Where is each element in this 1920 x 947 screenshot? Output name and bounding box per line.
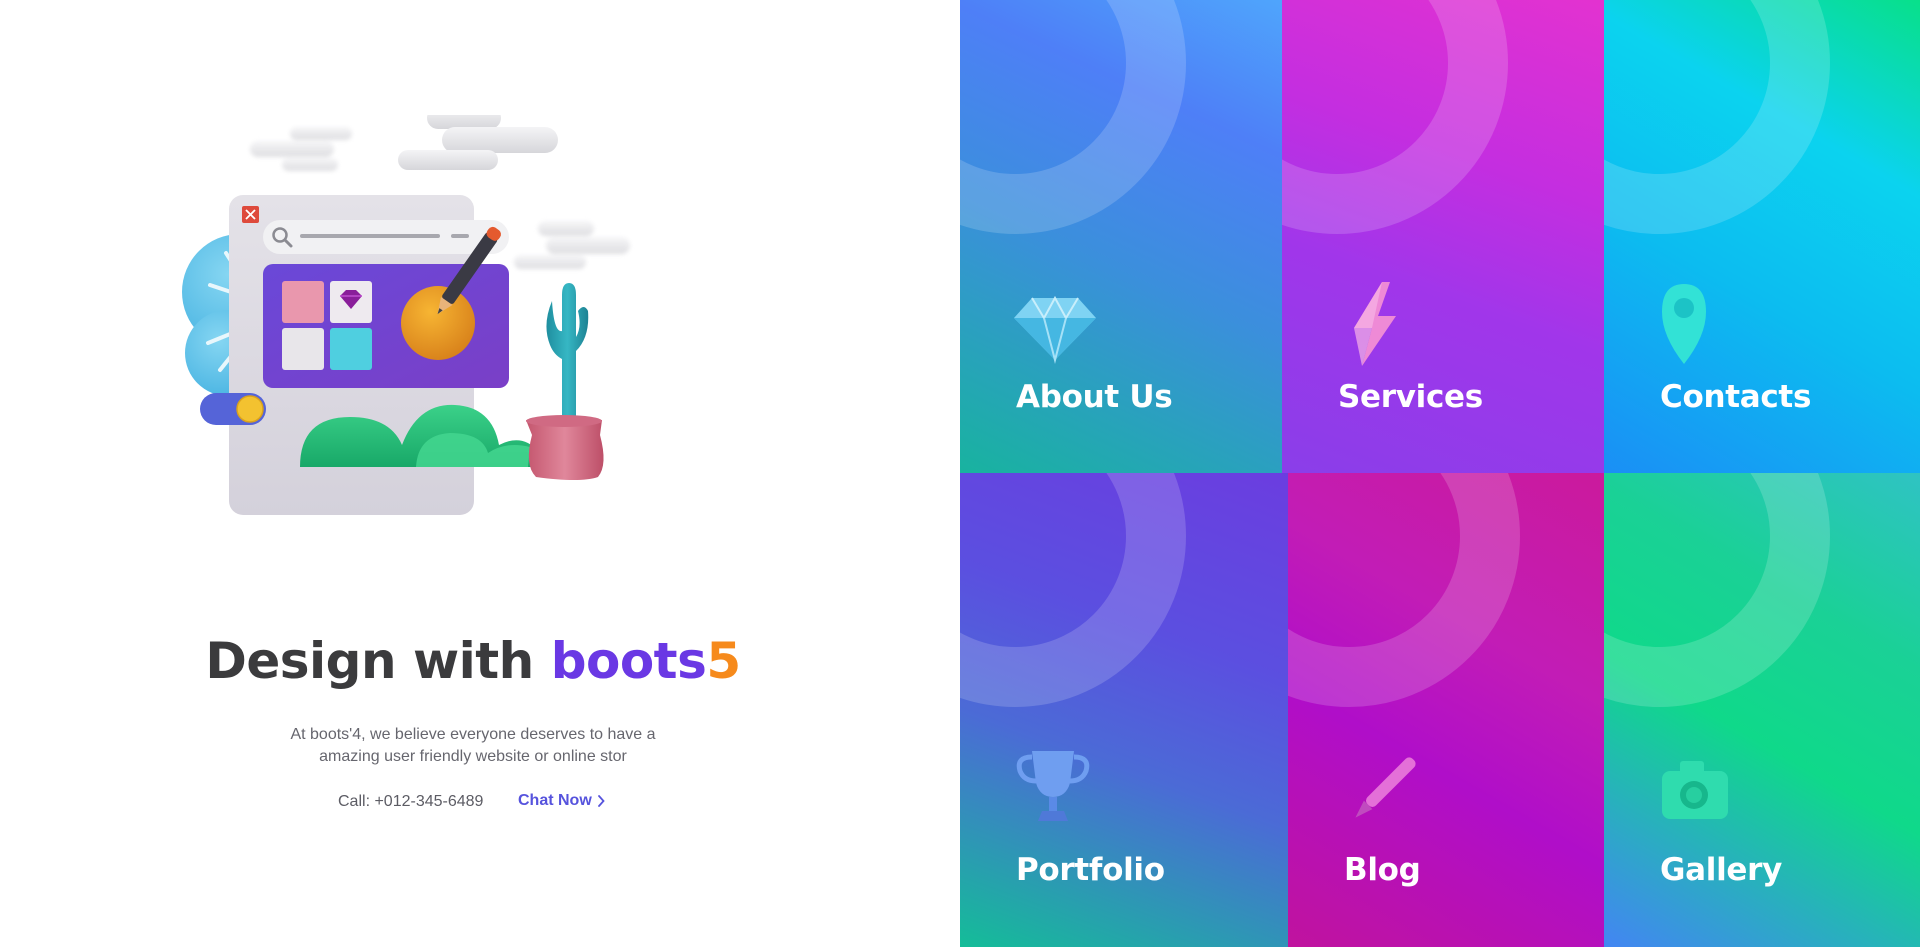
tile-contacts[interactable]: Contacts: [1604, 0, 1920, 473]
location-pin-icon: [1662, 284, 1706, 364]
diamond-icon: [1014, 295, 1096, 364]
decorative-ring: [1604, 473, 1830, 707]
tile-gallery[interactable]: Gallery: [1604, 473, 1920, 947]
decorative-ring: [960, 0, 1186, 234]
lightning-icon: [1354, 282, 1396, 366]
hero-title: Design with boots5: [0, 632, 946, 690]
camera-icon: [1662, 761, 1728, 819]
hero-title-prefix: Design with: [205, 632, 551, 690]
hero-section: Design with boots5 At boots'4, we believ…: [0, 0, 960, 947]
brand-name: boots: [550, 632, 707, 690]
tile-label: Portfolio: [1016, 852, 1165, 888]
tile-about-us[interactable]: About Us: [960, 0, 1282, 473]
decorative-ring: [1282, 0, 1508, 234]
pen-icon: [1355, 757, 1416, 818]
chat-now-label: Chat Now: [518, 792, 592, 809]
web-design-illustration: [182, 115, 630, 515]
decorative-ring: [1288, 473, 1520, 707]
tile-portfolio[interactable]: Portfolio: [960, 473, 1288, 947]
tile-label: Services: [1338, 379, 1483, 415]
tile-blog[interactable]: Blog: [1288, 473, 1604, 947]
call-text: Call: +012-345-6489: [338, 793, 484, 810]
decorative-ring: [1604, 0, 1830, 234]
hero-description: At boots'4, we believe everyone deserves…: [290, 726, 656, 765]
tile-services[interactable]: Services: [1282, 0, 1604, 473]
brand-number: 5: [706, 632, 741, 690]
chevron-right-icon: [597, 795, 605, 807]
trophy-icon: [1016, 751, 1090, 821]
tile-label: Contacts: [1660, 379, 1812, 415]
chat-now-link[interactable]: Chat Now: [518, 792, 605, 810]
tile-label: About Us: [1016, 379, 1173, 415]
tile-label: Blog: [1344, 852, 1421, 888]
decorative-ring: [960, 473, 1186, 707]
tile-label: Gallery: [1660, 852, 1783, 888]
